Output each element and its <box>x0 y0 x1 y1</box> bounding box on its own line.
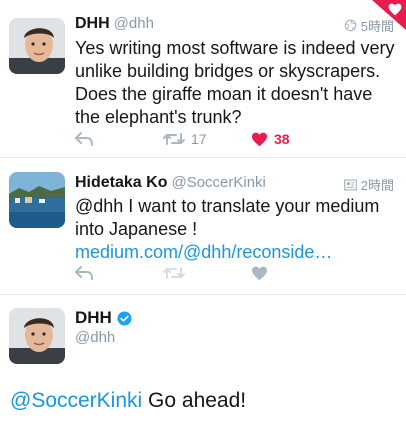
tweet-actions: 17 38 <box>75 129 386 149</box>
tweet-meta: 5時間 <box>344 16 394 35</box>
tweet-detail[interactable]: DHH @dhh @SoccerKinki Go ahead! <box>0 296 406 425</box>
tweet-text: Yes writing most software is indeed very… <box>75 38 395 127</box>
display-name[interactable]: DHH <box>75 308 112 328</box>
reply-button[interactable] <box>75 266 163 280</box>
retweet-button[interactable] <box>163 266 251 280</box>
timestamp[interactable]: 5時間 <box>361 16 394 35</box>
tweet-thread: DHH @dhh 5時間 Yes writing most software is… <box>0 0 406 425</box>
mention-link[interactable]: @SoccerKinki <box>10 389 142 412</box>
tweet-text-body: Go ahead! <box>142 389 247 412</box>
user-handle[interactable]: @SoccerKinki <box>171 174 265 191</box>
newspaper-icon <box>343 178 357 191</box>
avatar[interactable] <box>9 308 65 364</box>
avatar[interactable] <box>9 18 65 74</box>
tweet-text-body: @dhh I want to translate your medium int… <box>75 196 380 239</box>
user-handle[interactable]: @dhh <box>75 329 115 346</box>
display-name[interactable]: DHH <box>75 15 110 32</box>
heart-icon <box>252 266 267 280</box>
retweet-button[interactable]: 17 <box>163 131 251 147</box>
tweet[interactable]: DHH @dhh 5時間 Yes writing most software is… <box>0 0 406 158</box>
verified-badge-icon <box>117 310 132 326</box>
tweet-text: @dhh I want to translate your medium int… <box>75 195 396 264</box>
like-button[interactable] <box>251 266 339 281</box>
reply-icon <box>75 266 93 280</box>
display-name[interactable]: Hidetaka Ko <box>75 174 167 191</box>
user-handle[interactable]: @dhh <box>114 15 154 32</box>
avatar[interactable] <box>9 172 65 228</box>
like-button[interactable]: 38 <box>251 131 339 147</box>
like-count: 38 <box>274 131 290 147</box>
timestamp[interactable]: 2時間 <box>361 175 394 194</box>
tweet-meta: 2時間 <box>343 175 394 194</box>
tweet-actions <box>75 263 386 283</box>
tweet-link[interactable]: medium.com/@dhh/reconside… <box>75 242 332 262</box>
tweet[interactable]: Hidetaka Ko @SoccerKinki 2時間 @dhh I want … <box>0 159 406 295</box>
reply-button[interactable] <box>75 132 163 146</box>
retweet-icon <box>163 133 185 145</box>
retweet-count: 17 <box>191 131 207 147</box>
tweet-text: @SoccerKinki Go ahead! <box>10 387 246 415</box>
globe-icon <box>344 19 357 32</box>
reply-icon <box>75 132 93 146</box>
retweet-icon <box>163 267 185 279</box>
display-name-row[interactable]: DHH <box>75 308 132 328</box>
heart-icon <box>252 132 267 146</box>
